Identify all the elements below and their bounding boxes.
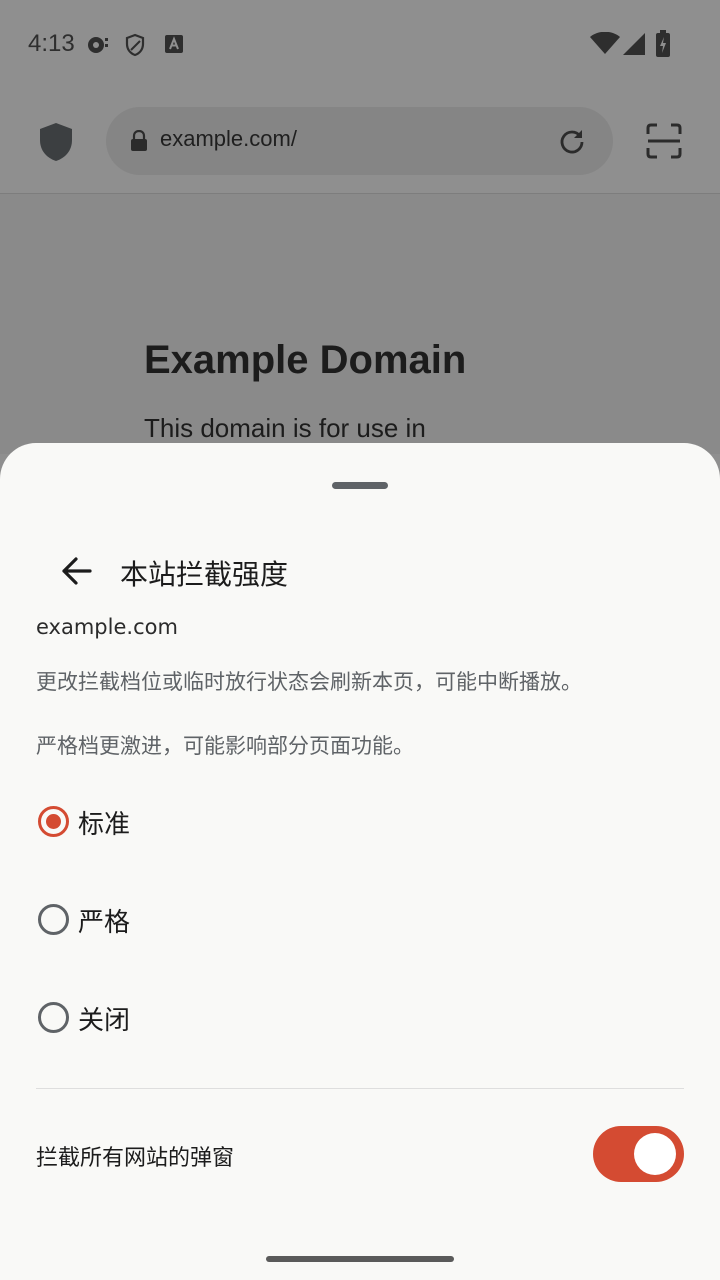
gesture-nav-handle[interactable] [266,1256,454,1262]
lock-icon [131,130,147,151]
vpn-shield-icon [125,33,145,57]
status-bar: 4:13 [0,0,720,90]
block-popups-label: 拦截所有网站的弹窗 [36,1146,235,1171]
url-text[interactable]: example.com/ [160,126,297,152]
page-paragraph: This domain is for use in [144,413,426,443]
section-divider [36,1088,684,1089]
cell-signal-icon [623,33,645,55]
option-off-label: 关闭 [78,1006,131,1036]
option-off[interactable]: 关闭 [36,986,684,1056]
sheet-drag-handle[interactable] [332,482,388,489]
scan-icon[interactable] [646,123,682,159]
option-strict[interactable]: 严格 [36,888,684,958]
media-icon [88,37,108,53]
wifi-icon [590,32,620,54]
battery-charging-icon [656,30,670,57]
option-standard-label: 标准 [78,810,131,840]
status-time: 4:13 [28,30,75,57]
keyboard-a-icon [165,35,183,53]
sheet-title: 本站拦截强度 [120,558,289,591]
back-arrow-icon[interactable] [50,548,104,594]
radio-standard[interactable] [38,806,69,837]
reload-icon[interactable] [558,127,586,155]
option-strict-label: 严格 [78,908,131,938]
block-popups-toggle[interactable] [593,1126,684,1182]
strict-warning-text: 严格档更激进，可能影响部分页面功能。 [36,734,414,758]
site-name: example.com [36,615,178,639]
page-heading: Example Domain [144,338,467,382]
option-standard[interactable]: 标准 [36,790,684,860]
radio-strict[interactable] [38,904,69,935]
toggle-knob [634,1133,676,1175]
radio-off[interactable] [38,1002,69,1033]
reload-warning-text: 更改拦截档位或临时放行状态会刷新本页，可能中断播放。 [36,670,582,694]
shield-icon[interactable] [38,122,74,162]
